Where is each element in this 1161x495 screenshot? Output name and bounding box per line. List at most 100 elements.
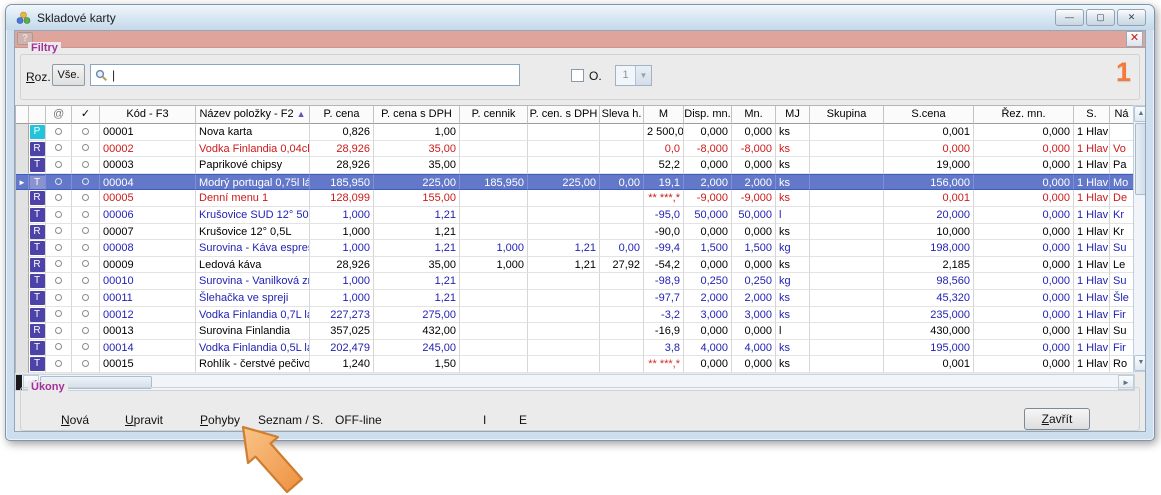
cell-qty[interactable]: 2,000: [732, 290, 776, 307]
cell-stock-price[interactable]: 156,000: [884, 174, 974, 191]
table-row[interactable]: T00012Vodka Finlandia 0,7L láhev227,2732…: [16, 307, 1134, 324]
cell-item-name[interactable]: Ledová káva: [196, 257, 310, 274]
cell-discount[interactable]: 0,00: [600, 240, 644, 257]
check-marker-cell[interactable]: [72, 207, 100, 224]
cell-stock-price[interactable]: 10,000: [884, 224, 974, 241]
row-type-badge[interactable]: R: [29, 224, 46, 241]
cell-item-name[interactable]: Vodka Finlandia 0,04cl: [196, 141, 310, 158]
attachment-marker-cell[interactable]: [46, 124, 72, 141]
cell-sale-price-vat[interactable]: 245,00: [374, 340, 460, 357]
cell-sale-price[interactable]: 1,000: [310, 240, 374, 257]
row-selector-cell[interactable]: [16, 207, 29, 224]
column-header-pricelist[interactable]: P. cennik: [460, 106, 528, 124]
cell-name2[interactable]: Fir: [1110, 340, 1134, 357]
cell-warehouse[interactable]: 1 Hlav: [1074, 356, 1110, 373]
cell-group[interactable]: [810, 356, 884, 373]
cell-sale-price[interactable]: 357,025: [310, 323, 374, 340]
cell-reserved-qty[interactable]: 0,000: [974, 307, 1074, 324]
o-checkbox[interactable]: [571, 69, 584, 82]
attachment-marker-cell[interactable]: [46, 307, 72, 324]
close-dialog-button[interactable]: Zavřít: [1024, 408, 1090, 430]
cell-name2[interactable]: Kr: [1110, 224, 1134, 241]
row-type-badge[interactable]: T: [29, 157, 46, 174]
cell-unit[interactable]: ks: [776, 290, 810, 307]
cell-name2[interactable]: Fir: [1110, 307, 1134, 324]
cell-code[interactable]: 00001: [100, 124, 196, 141]
table-row[interactable]: T00015Rohlík - čerstvé pečivo1,2401,50**…: [16, 356, 1134, 373]
cell-discount[interactable]: [600, 356, 644, 373]
cell-reserved-qty[interactable]: 0,000: [974, 141, 1074, 158]
cell-item-name[interactable]: Denní menu 1: [196, 190, 310, 207]
cell-pricelist[interactable]: [460, 273, 528, 290]
cell-code[interactable]: 00008: [100, 240, 196, 257]
cell-discount[interactable]: [600, 190, 644, 207]
cell-qty[interactable]: 0,250: [732, 273, 776, 290]
vertical-scrollbar[interactable]: ▲ ▼: [1133, 105, 1146, 372]
cell-margin[interactable]: -97,7: [644, 290, 684, 307]
cell-warehouse[interactable]: 1 Hlav: [1074, 307, 1110, 324]
cell-code[interactable]: 00007: [100, 224, 196, 241]
cell-qty[interactable]: 0,000: [732, 224, 776, 241]
cell-qty[interactable]: -9,000: [732, 190, 776, 207]
cell-qty[interactable]: 1,500: [732, 240, 776, 257]
column-header-sale-price-vat[interactable]: P. cena s DPH: [374, 106, 460, 124]
check-marker-cell[interactable]: [72, 340, 100, 357]
attachment-marker-cell[interactable]: [46, 290, 72, 307]
cell-warehouse[interactable]: 1 Hlav: [1074, 340, 1110, 357]
cell-qty[interactable]: 50,000: [732, 207, 776, 224]
cell-available-qty[interactable]: -8,000: [684, 141, 732, 158]
cell-pricelist[interactable]: [460, 190, 528, 207]
cell-name2[interactable]: Su: [1110, 240, 1134, 257]
attachment-marker-cell[interactable]: [46, 157, 72, 174]
cell-available-qty[interactable]: 0,000: [684, 323, 732, 340]
row-selector-cell[interactable]: [16, 290, 29, 307]
action-seznam-s[interactable]: Seznam / S.: [258, 413, 323, 427]
cell-group[interactable]: [810, 273, 884, 290]
cell-available-qty[interactable]: -9,000: [684, 190, 732, 207]
attachment-marker-cell[interactable]: [46, 273, 72, 290]
cell-unit[interactable]: kg: [776, 240, 810, 257]
cell-discount[interactable]: [600, 273, 644, 290]
cell-stock-price[interactable]: 0,001: [884, 124, 974, 141]
table-row[interactable]: P00001Nova karta0,8261,002 500,00,0000,0…: [16, 124, 1134, 141]
scroll-down-icon[interactable]: ▼: [1134, 355, 1146, 371]
maximize-button[interactable]: ▢: [1086, 9, 1115, 26]
cell-name2[interactable]: Šle: [1110, 290, 1134, 307]
action-i[interactable]: I: [483, 413, 486, 427]
attachment-marker-cell[interactable]: [46, 190, 72, 207]
cell-group[interactable]: [810, 157, 884, 174]
row-selector-cell[interactable]: [16, 307, 29, 324]
action-e[interactable]: E: [519, 413, 527, 427]
cell-pricelist[interactable]: [460, 157, 528, 174]
cell-margin[interactable]: -99,4: [644, 240, 684, 257]
cell-stock-price[interactable]: 20,000: [884, 207, 974, 224]
cell-unit[interactable]: ks: [776, 174, 810, 191]
cell-sale-price[interactable]: 227,273: [310, 307, 374, 324]
check-marker-cell[interactable]: [72, 257, 100, 274]
cell-pricelist-vat[interactable]: 1,21: [528, 257, 600, 274]
cell-stock-price[interactable]: 0,001: [884, 356, 974, 373]
cell-sale-price[interactable]: 28,926: [310, 157, 374, 174]
table-row[interactable]: R00013Surovina Finlandia357,025432,00-16…: [16, 323, 1134, 340]
cell-pricelist[interactable]: [460, 124, 528, 141]
cell-code[interactable]: 00003: [100, 157, 196, 174]
minimize-button[interactable]: —: [1055, 9, 1084, 26]
cell-pricelist[interactable]: [460, 207, 528, 224]
cell-margin[interactable]: 0,0: [644, 141, 684, 158]
column-header-discount[interactable]: Sleva h.: [600, 106, 644, 124]
cell-sale-price-vat[interactable]: 35,00: [374, 257, 460, 274]
cell-pricelist[interactable]: 185,950: [460, 174, 528, 191]
cell-pricelist[interactable]: 1,000: [460, 240, 528, 257]
cell-item-name[interactable]: Surovina - Káva espresso: [196, 240, 310, 257]
check-marker-cell[interactable]: [72, 290, 100, 307]
cell-code[interactable]: 00015: [100, 356, 196, 373]
cell-available-qty[interactable]: 0,000: [684, 124, 732, 141]
cell-item-name[interactable]: Nova karta: [196, 124, 310, 141]
cell-available-qty[interactable]: 0,000: [684, 257, 732, 274]
cell-sale-price[interactable]: 202,479: [310, 340, 374, 357]
cell-qty[interactable]: 0,000: [732, 157, 776, 174]
cell-margin[interactable]: 2 500,0: [644, 124, 684, 141]
cell-pricelist-vat[interactable]: [528, 273, 600, 290]
cell-group[interactable]: [810, 290, 884, 307]
cell-stock-price[interactable]: 235,000: [884, 307, 974, 324]
